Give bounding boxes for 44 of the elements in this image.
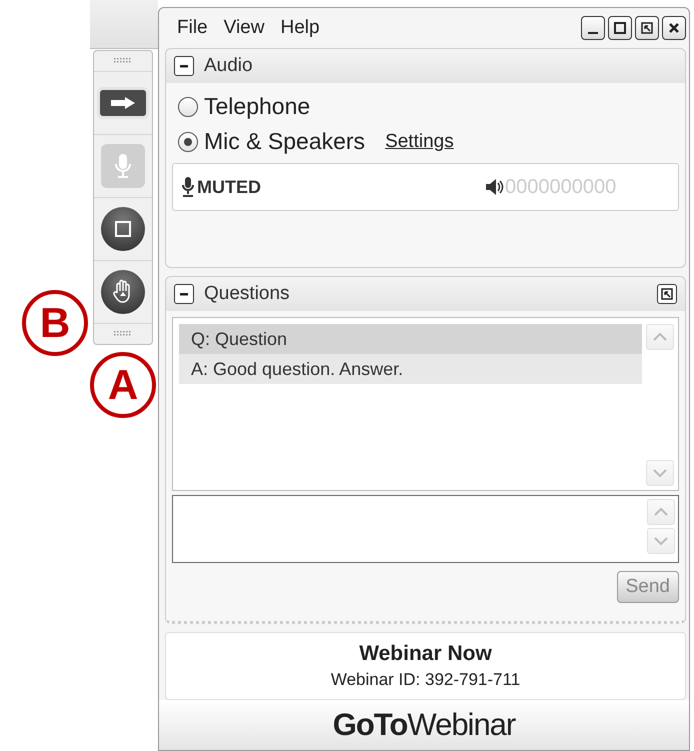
chevron-down-icon <box>653 536 669 546</box>
arrow-button[interactable] <box>100 90 146 116</box>
webinar-id: Webinar ID: 392-791-711 <box>330 670 520 690</box>
square-icon <box>113 219 133 239</box>
grip-icon <box>113 57 133 65</box>
chevron-down-icon <box>652 468 668 478</box>
chevron-up-icon <box>653 507 669 517</box>
collapse-button[interactable] <box>174 284 194 304</box>
raise-hand-button[interactable] <box>101 270 145 314</box>
question-item[interactable]: A: Good question. Answer. <box>179 354 642 384</box>
microphone-icon <box>113 152 133 180</box>
arrow-icon <box>109 96 137 110</box>
restore-button[interactable] <box>635 16 659 40</box>
minimize-button[interactable] <box>581 16 605 40</box>
callout-label: A <box>90 352 156 418</box>
maximize-icon <box>613 21 627 35</box>
speaker-icon <box>485 178 505 196</box>
mic-status: MUTED <box>197 176 261 198</box>
microphone-icon <box>181 176 195 198</box>
panel-title: Questions <box>204 283 290 305</box>
logo: GoToWebinar <box>332 707 516 743</box>
callout-label: B <box>22 290 88 356</box>
stop-button[interactable] <box>101 207 145 251</box>
maximize-button[interactable] <box>608 16 632 40</box>
restore-icon <box>640 21 654 35</box>
radio-label: Telephone <box>204 93 310 120</box>
radio-button[interactable] <box>178 132 198 152</box>
panel-title: Audio <box>204 55 253 77</box>
webinar-name: Webinar Now <box>359 642 492 666</box>
pop-out-button[interactable] <box>657 284 677 304</box>
collapse-button[interactable] <box>174 56 194 76</box>
settings-link[interactable]: Settings <box>385 130 454 152</box>
menu-item[interactable]: File <box>177 17 208 39</box>
menu-item[interactable]: Help <box>280 17 320 39</box>
grip-icon <box>113 330 133 338</box>
menu-item[interactable]: View <box>224 17 264 39</box>
close-button[interactable] <box>662 16 686 40</box>
close-icon <box>667 21 681 35</box>
radio-button[interactable] <box>178 96 198 116</box>
minimize-icon <box>588 32 598 34</box>
chevron-up-icon <box>652 332 668 342</box>
pop-out-icon <box>660 287 674 301</box>
radio-label: Mic & Speakers <box>204 128 366 155</box>
question-item[interactable]: Q: Question <box>179 324 642 354</box>
